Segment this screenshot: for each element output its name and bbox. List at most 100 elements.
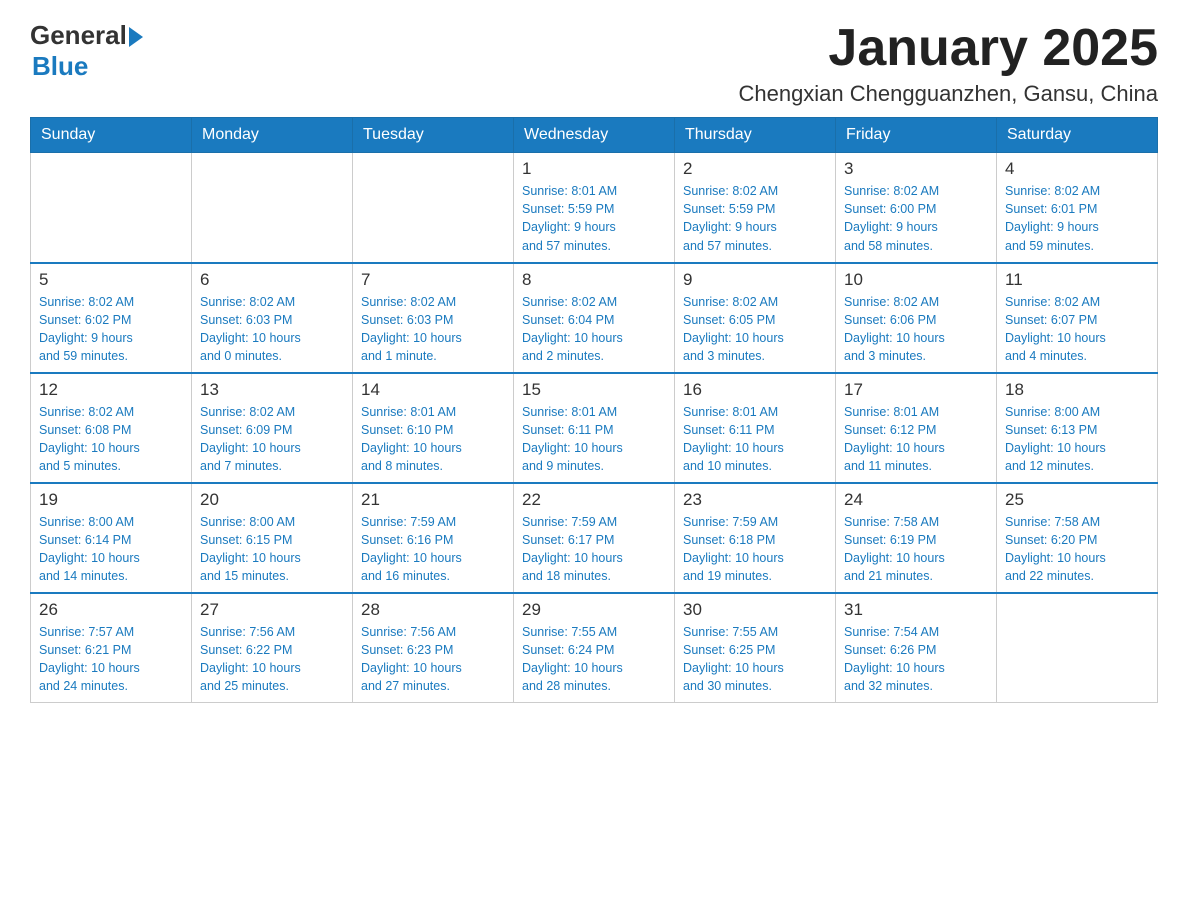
calendar-cell: 2 Sunrise: 8:02 AM Sunset: 5:59 PM Daylig…: [675, 153, 836, 263]
calendar-cell: 31Sunrise: 7:54 AM Sunset: 6:26 PM Dayli…: [836, 593, 997, 703]
logo-general-text: General: [30, 20, 127, 51]
location-title: Chengxian Chengguanzhen, Gansu, China: [738, 81, 1158, 107]
day-number: 1: [522, 159, 666, 179]
header: General Blue January 2025 Chengxian Chen…: [30, 20, 1158, 107]
day-number: 15: [522, 380, 666, 400]
day-info: Sunrise: 7:59 AM Sunset: 6:16 PM Dayligh…: [361, 513, 505, 586]
calendar-cell: 6 Sunrise: 8:02 AM Sunset: 6:03 PM Daylig…: [192, 263, 353, 373]
calendar-cell: [192, 153, 353, 263]
day-info: Sunrise: 8:00 AM Sunset: 6:15 PM Dayligh…: [200, 513, 344, 586]
day-number: 30: [683, 600, 827, 620]
day-number: 10: [844, 270, 988, 290]
day-number: 28: [361, 600, 505, 620]
calendar-cell: 3 Sunrise: 8:02 AM Sunset: 6:00 PM Daylig…: [836, 153, 997, 263]
calendar-header-row: SundayMondayTuesdayWednesdayThursdayFrid…: [31, 118, 1158, 153]
day-number: 24: [844, 490, 988, 510]
calendar-cell: 20 Sunrise: 8:00 AM Sunset: 6:15 PM Dayli…: [192, 483, 353, 593]
day-number: 26: [39, 600, 183, 620]
logo-blue-text: Blue: [32, 51, 88, 82]
calendar-cell: 12Sunrise: 8:02 AM Sunset: 6:08 PM Dayli…: [31, 373, 192, 483]
day-info: Sunrise: 8:01 AM Sunset: 5:59 PM Dayligh…: [522, 182, 666, 255]
calendar-cell: 11 Sunrise: 8:02 AM Sunset: 6:07 PM Dayli…: [997, 263, 1158, 373]
calendar-cell: 7 Sunrise: 8:02 AM Sunset: 6:03 PM Daylig…: [353, 263, 514, 373]
day-number: 3: [844, 159, 988, 179]
day-info: Sunrise: 8:01 AM Sunset: 6:12 PM Dayligh…: [844, 403, 988, 476]
calendar-cell: 10 Sunrise: 8:02 AM Sunset: 6:06 PM Dayli…: [836, 263, 997, 373]
day-info: Sunrise: 8:02 AM Sunset: 6:00 PM Dayligh…: [844, 182, 988, 255]
month-title: January 2025: [738, 20, 1158, 77]
day-number: 11: [1005, 270, 1149, 290]
calendar-header-saturday: Saturday: [997, 118, 1158, 153]
title-area: January 2025 Chengxian Chengguanzhen, Ga…: [738, 20, 1158, 107]
calendar-cell: [31, 153, 192, 263]
calendar-cell: 27Sunrise: 7:56 AM Sunset: 6:22 PM Dayli…: [192, 593, 353, 703]
day-number: 5: [39, 270, 183, 290]
day-number: 6: [200, 270, 344, 290]
calendar-week-3: 12Sunrise: 8:02 AM Sunset: 6:08 PM Dayli…: [31, 373, 1158, 483]
calendar-header-thursday: Thursday: [675, 118, 836, 153]
day-number: 22: [522, 490, 666, 510]
day-info: Sunrise: 8:02 AM Sunset: 6:04 PM Dayligh…: [522, 293, 666, 366]
day-number: 17: [844, 380, 988, 400]
day-info: Sunrise: 8:02 AM Sunset: 6:03 PM Dayligh…: [200, 293, 344, 366]
calendar-cell: 5 Sunrise: 8:02 AM Sunset: 6:02 PM Daylig…: [31, 263, 192, 373]
day-info: Sunrise: 8:02 AM Sunset: 6:02 PM Dayligh…: [39, 293, 183, 366]
calendar-cell: 29 Sunrise: 7:55 AM Sunset: 6:24 PM Dayli…: [514, 593, 675, 703]
day-number: 21: [361, 490, 505, 510]
day-number: 16: [683, 380, 827, 400]
logo: General Blue: [30, 20, 143, 82]
day-info: Sunrise: 7:58 AM Sunset: 6:20 PM Dayligh…: [1005, 513, 1149, 586]
day-number: 20: [200, 490, 344, 510]
calendar-cell: 1 Sunrise: 8:01 AM Sunset: 5:59 PM Daylig…: [514, 153, 675, 263]
day-info: Sunrise: 8:02 AM Sunset: 6:06 PM Dayligh…: [844, 293, 988, 366]
calendar-cell: 19Sunrise: 8:00 AM Sunset: 6:14 PM Dayli…: [31, 483, 192, 593]
calendar-cell: 26 Sunrise: 7:57 AM Sunset: 6:21 PM Dayli…: [31, 593, 192, 703]
day-number: 8: [522, 270, 666, 290]
calendar-cell: 15 Sunrise: 8:01 AM Sunset: 6:11 PM Dayli…: [514, 373, 675, 483]
calendar-cell: 23 Sunrise: 7:59 AM Sunset: 6:18 PM Dayli…: [675, 483, 836, 593]
calendar-cell: 13Sunrise: 8:02 AM Sunset: 6:09 PM Dayli…: [192, 373, 353, 483]
day-info: Sunrise: 7:55 AM Sunset: 6:25 PM Dayligh…: [683, 623, 827, 696]
day-number: 13: [200, 380, 344, 400]
day-number: 7: [361, 270, 505, 290]
day-number: 29: [522, 600, 666, 620]
calendar-cell: 8 Sunrise: 8:02 AM Sunset: 6:04 PM Daylig…: [514, 263, 675, 373]
day-number: 27: [200, 600, 344, 620]
day-info: Sunrise: 8:02 AM Sunset: 6:07 PM Dayligh…: [1005, 293, 1149, 366]
calendar-cell: 18 Sunrise: 8:00 AM Sunset: 6:13 PM Dayli…: [997, 373, 1158, 483]
day-info: Sunrise: 8:01 AM Sunset: 6:10 PM Dayligh…: [361, 403, 505, 476]
calendar-header-tuesday: Tuesday: [353, 118, 514, 153]
day-info: Sunrise: 8:02 AM Sunset: 6:03 PM Dayligh…: [361, 293, 505, 366]
calendar-week-2: 5 Sunrise: 8:02 AM Sunset: 6:02 PM Daylig…: [31, 263, 1158, 373]
day-info: Sunrise: 7:56 AM Sunset: 6:23 PM Dayligh…: [361, 623, 505, 696]
calendar-cell: 14 Sunrise: 8:01 AM Sunset: 6:10 PM Dayli…: [353, 373, 514, 483]
day-number: 14: [361, 380, 505, 400]
day-number: 2: [683, 159, 827, 179]
calendar-table: SundayMondayTuesdayWednesdayThursdayFrid…: [30, 117, 1158, 703]
calendar-cell: [353, 153, 514, 263]
calendar-header-friday: Friday: [836, 118, 997, 153]
day-info: Sunrise: 7:55 AM Sunset: 6:24 PM Dayligh…: [522, 623, 666, 696]
calendar-cell: 24 Sunrise: 7:58 AM Sunset: 6:19 PM Dayli…: [836, 483, 997, 593]
calendar-cell: 17 Sunrise: 8:01 AM Sunset: 6:12 PM Dayli…: [836, 373, 997, 483]
logo-triangle-icon: [129, 27, 143, 47]
calendar-header-sunday: Sunday: [31, 118, 192, 153]
calendar-cell: 25 Sunrise: 7:58 AM Sunset: 6:20 PM Dayli…: [997, 483, 1158, 593]
day-info: Sunrise: 7:58 AM Sunset: 6:19 PM Dayligh…: [844, 513, 988, 586]
day-info: Sunrise: 8:00 AM Sunset: 6:13 PM Dayligh…: [1005, 403, 1149, 476]
day-info: Sunrise: 7:59 AM Sunset: 6:18 PM Dayligh…: [683, 513, 827, 586]
day-number: 23: [683, 490, 827, 510]
day-info: Sunrise: 8:01 AM Sunset: 6:11 PM Dayligh…: [522, 403, 666, 476]
day-number: 18: [1005, 380, 1149, 400]
day-info: Sunrise: 7:57 AM Sunset: 6:21 PM Dayligh…: [39, 623, 183, 696]
calendar-cell: 30 Sunrise: 7:55 AM Sunset: 6:25 PM Dayli…: [675, 593, 836, 703]
day-number: 25: [1005, 490, 1149, 510]
calendar-header-wednesday: Wednesday: [514, 118, 675, 153]
day-info: Sunrise: 8:02 AM Sunset: 5:59 PM Dayligh…: [683, 182, 827, 255]
calendar-header-monday: Monday: [192, 118, 353, 153]
day-info: Sunrise: 8:02 AM Sunset: 6:01 PM Dayligh…: [1005, 182, 1149, 255]
day-number: 31: [844, 600, 988, 620]
calendar-week-5: 26 Sunrise: 7:57 AM Sunset: 6:21 PM Dayli…: [31, 593, 1158, 703]
calendar-week-4: 19Sunrise: 8:00 AM Sunset: 6:14 PM Dayli…: [31, 483, 1158, 593]
day-info: Sunrise: 8:00 AM Sunset: 6:14 PM Dayligh…: [39, 513, 183, 586]
